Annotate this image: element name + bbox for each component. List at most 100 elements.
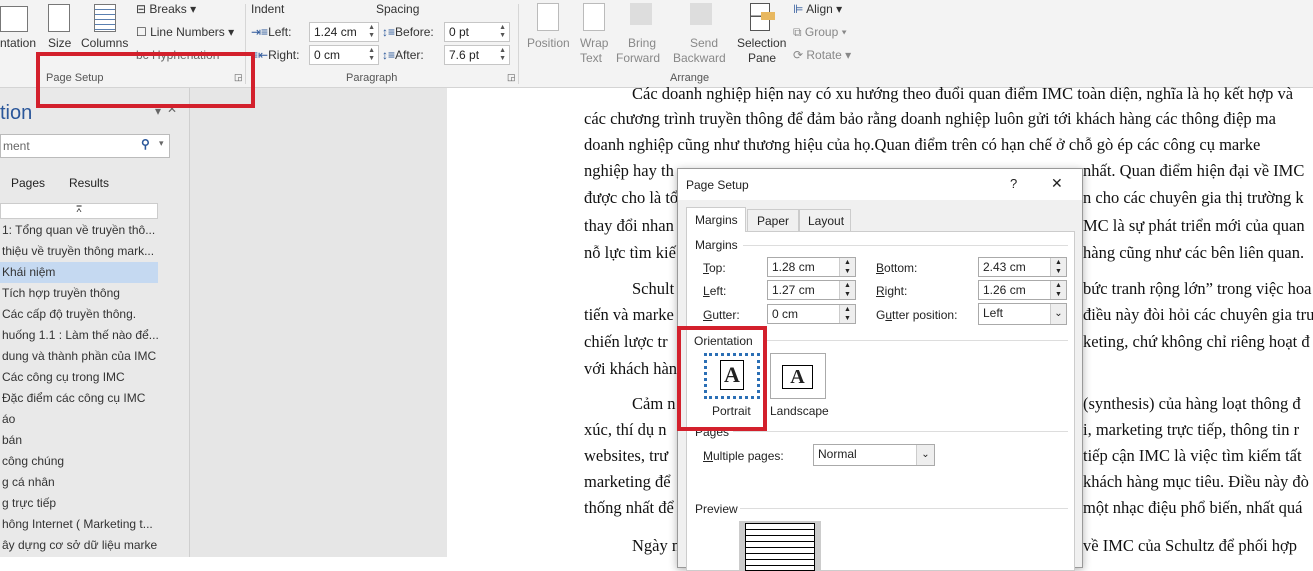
document-line-text: xúc, thí dụ n (584, 420, 667, 439)
send-backward-button[interactable]: Send (690, 36, 718, 50)
send-backward-icon (690, 3, 712, 25)
top-label: Top: (703, 261, 726, 275)
selection-pane-button[interactable]: Selection (737, 36, 786, 50)
paragraph-group-label: Paragraph (346, 72, 398, 84)
document-line-text: marketing để (584, 472, 671, 491)
document-line-text: MC là sự phát triển mới của quan (1083, 216, 1305, 235)
top-margin-input[interactable]: 1.28 cm ▲ ▼ (767, 257, 856, 277)
right-label: Right: (876, 284, 908, 298)
dialog-title-bar: Page Setup ? ✕ (678, 169, 1082, 200)
spacing-after-input[interactable]: 7.6 pt ▲ ▼ (444, 45, 510, 65)
close-button[interactable]: ✕ (1051, 175, 1063, 192)
bring-forward-label2: Forward (616, 51, 661, 65)
tab-layout[interactable]: Layout (799, 209, 851, 231)
tab-paper[interactable]: Paper (747, 209, 799, 231)
nav-heading-item[interactable]: Các cấp độ truyền thông. (0, 304, 158, 325)
selection-pane-icon (750, 3, 775, 31)
document-line-text: nhất. Quan điểm hiện đại về IMC (1083, 161, 1305, 180)
document-line-text: keting, chứ không chỉ riêng hoạt đ (1083, 332, 1310, 351)
spacing-heading: Spacing (376, 2, 420, 16)
spacing-after-label: ↕≡After: (382, 48, 424, 62)
bottom-margin-input[interactable]: 2.43 cm ▲ ▼ (978, 257, 1067, 277)
paragraph-launcher-icon[interactable]: ◲ (507, 72, 516, 83)
landscape-option[interactable]: A (770, 353, 826, 399)
line-numbers-button[interactable]: ☐ Line Numbers ▾ (136, 25, 234, 39)
breaks-button[interactable]: ⊟ Breaks ▾ (136, 2, 196, 16)
indent-left-input[interactable]: 1.24 cm ▲ ▼ (309, 22, 379, 42)
landscape-page-icon: A (782, 365, 813, 389)
document-line-text: chiến lược tr (584, 332, 668, 351)
nav-search-input[interactable]: ment ⚲ ▾ (0, 134, 170, 158)
position-button[interactable]: Position (527, 36, 570, 50)
orientation-icon (0, 6, 28, 32)
nav-heading-item[interactable]: Các công cụ trong IMC (0, 367, 158, 388)
left-margin-input[interactable]: 1.27 cm ▲ ▼ (767, 280, 856, 300)
document-line-text: (synthesis) của hàng loạt thông đ (1083, 394, 1301, 413)
tab-pages[interactable]: Pages (11, 176, 45, 190)
margins-section-label: Margins (695, 238, 738, 252)
collapse-all-icon[interactable]: ⩞ (0, 203, 158, 219)
document-line-text: khách hàng mục tiêu. Điều này đò (1083, 472, 1309, 491)
columns-button[interactable]: Columns (81, 36, 128, 50)
gutter-position-select[interactable]: Left ⌄ (978, 303, 1067, 325)
document-margin (190, 88, 447, 557)
nav-heading-item[interactable]: bán (0, 430, 158, 451)
columns-icon (94, 4, 116, 32)
document-line-text: bức tranh rộng lớn” trong việc hoa (1083, 279, 1312, 298)
gutter-input[interactable]: 0 cm ▲ ▼ (767, 304, 856, 324)
orientation-button[interactable]: ntation (0, 36, 36, 50)
document-line-text: i, marketing trực tiếp, thông tin r (1083, 420, 1300, 439)
align-button[interactable]: ⊫ Align ▾ (793, 2, 842, 16)
nav-heading-item[interactable]: Tích hợp truyền thông (0, 283, 158, 304)
preview-section-label: Preview (695, 502, 738, 516)
nav-heading-item[interactable]: dung và thành phần của IMC (0, 346, 158, 367)
position-icon (537, 3, 559, 31)
nav-heading-item[interactable]: áo (0, 409, 158, 430)
line-numbers-label: Line Numbers (150, 25, 225, 39)
document-line-text: thay đổi nhan (584, 216, 674, 235)
send-backward-label2: Backward (673, 51, 726, 65)
nav-heading-item[interactable]: g trực tiếp (0, 493, 158, 514)
document-line-text: tiến và marke (584, 305, 674, 324)
document-line-text: hàng cũng như các bên liên quan. (1083, 243, 1305, 262)
indent-right-input[interactable]: 0 cm ▲ ▼ (309, 45, 379, 65)
nav-heading-item[interactable]: thiệu về truyền thông mark... (0, 241, 158, 262)
wrap-text-label2: Text (580, 51, 603, 65)
left-label: Left: (703, 284, 727, 298)
search-icon[interactable]: ⚲ (141, 137, 150, 151)
tab-margins[interactable]: Margins (686, 207, 746, 232)
search-dropdown-icon[interactable]: ▾ (159, 138, 164, 149)
document-line-text: về IMC của Schultz để phối hợp (1083, 536, 1298, 555)
rotate-button[interactable]: ⟳ Rotate ▾ (793, 48, 851, 62)
size-button[interactable]: Size (48, 36, 71, 50)
document-line-text: được cho là tổ (584, 188, 679, 207)
multiple-pages-select[interactable]: Normal ⌄ (813, 444, 935, 466)
indent-left-label: ⇥≡Left: (251, 25, 292, 39)
document-line-text: doanh nghiệp cũng như thương hiệu của họ… (584, 135, 1261, 154)
spacing-before-label: ↕≡Before: (382, 25, 434, 39)
highlight-box-page-setup (36, 52, 255, 108)
nav-heading-item[interactable]: 1: Tổng quan về truyền thô... (0, 220, 158, 241)
nav-heading-item[interactable]: hông Internet ( Marketing t... (0, 514, 158, 535)
tab-results[interactable]: Results (69, 176, 109, 190)
nav-heading-item[interactable]: công chúng (0, 451, 158, 472)
nav-heading-item[interactable]: ây dựng cơ sở dữ liệu marke... (0, 535, 158, 556)
nav-heading-item[interactable]: huống 1.1 : Làm thế nào để... (0, 325, 158, 346)
help-button[interactable]: ? (1010, 176, 1017, 191)
navigation-pane: tion ▾ ✕ ment ⚲ ▾ Pages Results ⩞ 1: Tổn… (0, 88, 190, 557)
spacing-before-input[interactable]: 0 pt ▲ ▼ (444, 22, 510, 42)
indent-heading: Indent (251, 2, 285, 16)
nav-heading-item[interactable]: Khái niệm (0, 262, 158, 283)
selection-pane-label2: Pane (748, 51, 777, 65)
nav-heading-item[interactable]: Đặc điểm các công cụ IMC (0, 388, 158, 409)
document-line-text: nghiệp hay th (584, 161, 674, 180)
right-margin-input[interactable]: 1.26 cm ▲ ▼ (978, 280, 1067, 300)
bring-forward-button[interactable]: Bring (628, 36, 656, 50)
nav-heading-item[interactable]: g cá nhân (0, 472, 158, 493)
gutter-position-label: Gutter position: (876, 308, 958, 322)
document-line-text: điều này đòi hỏi các chuyên gia tru (1083, 305, 1313, 324)
group-button[interactable]: ⧉ Group ▾ (793, 25, 847, 40)
document-line-text: nỗ lực tìm kiế (584, 243, 676, 262)
document-line-text: Ngày n (632, 536, 681, 555)
wrap-text-button[interactable]: Wrap (580, 36, 608, 50)
